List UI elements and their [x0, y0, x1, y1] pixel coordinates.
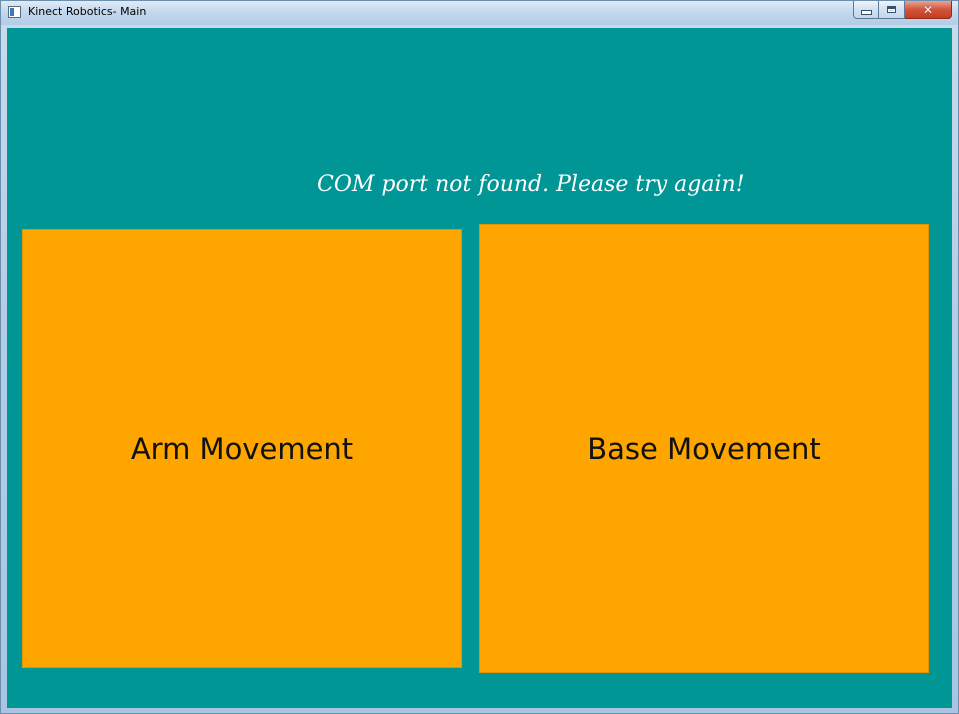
arm-movement-button[interactable]: Arm Movement	[22, 229, 462, 668]
window-title: Kinect Robotics- Main	[28, 5, 147, 18]
main-panel: COM port not found. Please try again! Ar…	[7, 28, 952, 708]
minimize-icon	[860, 10, 872, 15]
title-bar[interactable]: Kinect Robotics- Main ✕	[1, 1, 958, 25]
maximize-button[interactable]	[879, 1, 905, 19]
base-movement-button[interactable]: Base Movement	[479, 224, 929, 673]
arm-movement-label: Arm Movement	[130, 431, 354, 466]
caption-buttons: ✕	[853, 1, 952, 19]
status-message: COM port not found. Please try again!	[317, 172, 745, 197]
close-button[interactable]: ✕	[905, 1, 952, 19]
close-icon: ✕	[922, 2, 934, 17]
maximize-icon	[887, 6, 896, 13]
base-movement-label: Base Movement	[587, 431, 821, 466]
minimize-button[interactable]	[853, 1, 879, 19]
app-window: Kinect Robotics- Main ✕ COM port not fou…	[0, 0, 959, 714]
app-window-icon[interactable]	[8, 6, 21, 18]
